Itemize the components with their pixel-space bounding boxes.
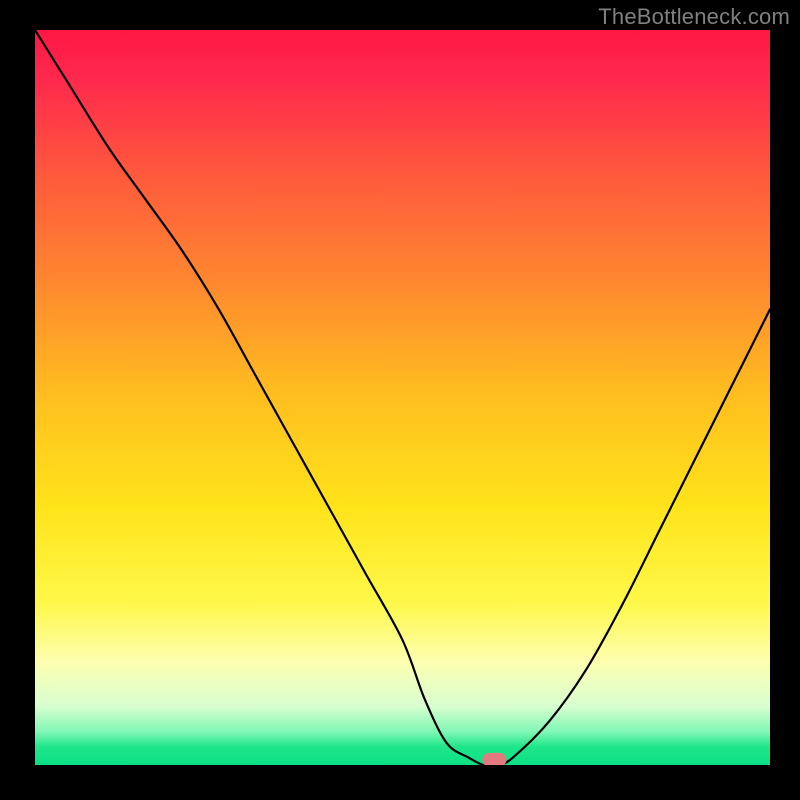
plot-svg (35, 30, 770, 765)
gradient-background (35, 30, 770, 765)
plot-area (35, 30, 770, 765)
chart-frame: TheBottleneck.com (0, 0, 800, 800)
bottleneck-marker (482, 753, 506, 765)
watermark-text: TheBottleneck.com (598, 4, 790, 30)
